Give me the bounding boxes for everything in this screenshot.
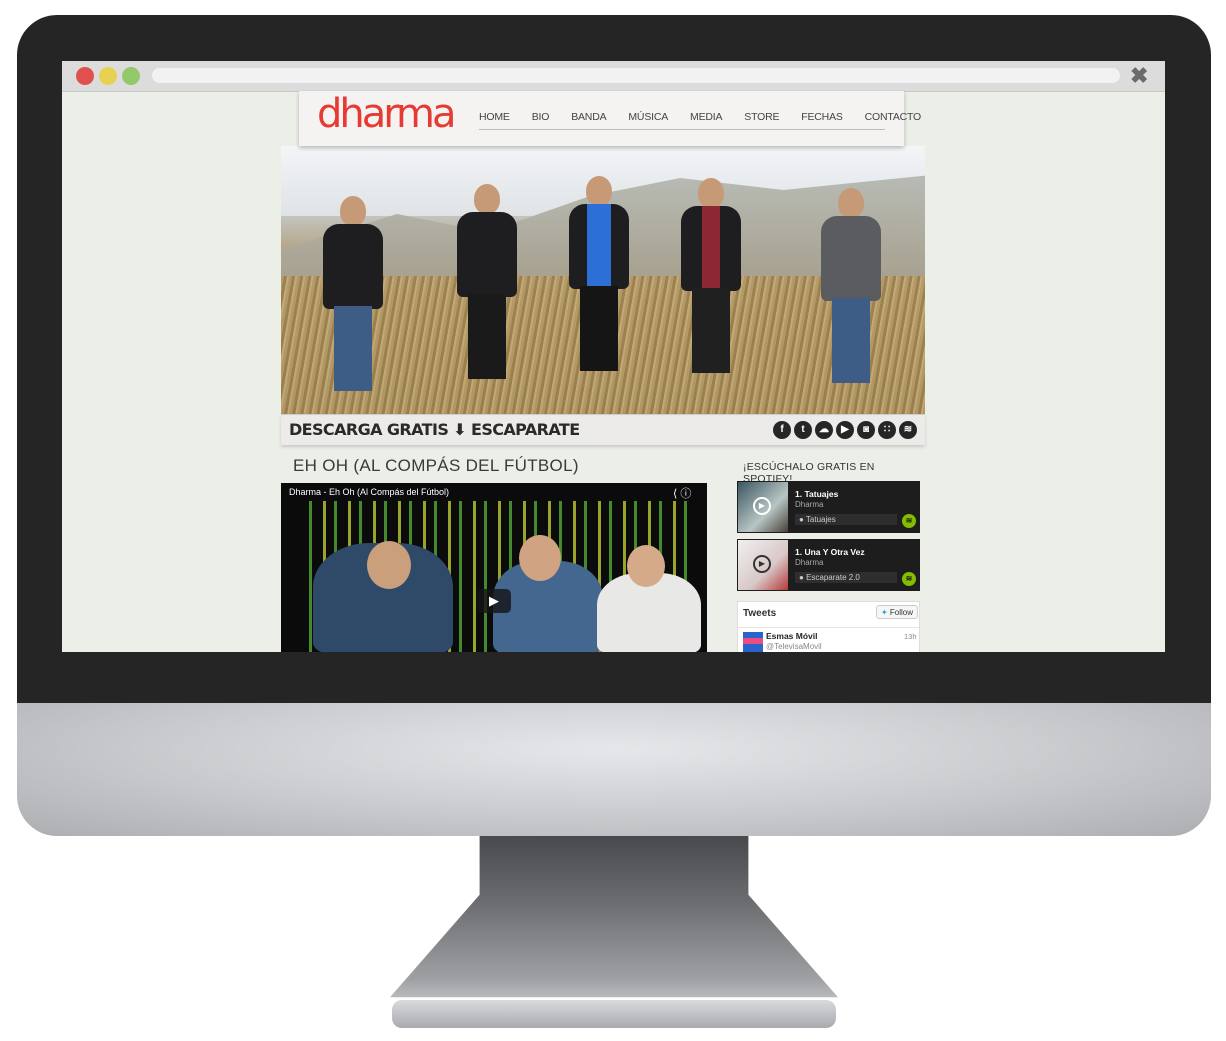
nav-home[interactable]: HOME: [479, 111, 510, 123]
nav-media[interactable]: MEDIA: [690, 111, 722, 123]
monitor-chin: [17, 703, 1211, 836]
twitter-icon[interactable]: t: [794, 421, 812, 439]
nav-store[interactable]: STORE: [744, 111, 779, 123]
spotify-card[interactable]: ▶ 1. Una Y Otra Vez Dharma ● Escaparate …: [737, 539, 920, 591]
screen: ✖ dharma HOME BIO BANDA MÚSICA MEDIA STO…: [62, 61, 1165, 652]
twitter-bird-icon: ✦: [880, 608, 888, 617]
spotify-icon[interactable]: ≋: [902, 572, 916, 586]
track-artist: Dharma: [795, 500, 824, 509]
minimize-window-dot[interactable]: [99, 67, 117, 85]
track-title: 1. Una Y Otra Vez: [795, 547, 865, 557]
video-person-head: [367, 541, 411, 589]
maximize-window-dot[interactable]: [122, 67, 140, 85]
tweets-title: Tweets: [743, 608, 777, 619]
album-name: Escaparate 2.0: [806, 573, 860, 582]
track-album: ● Tatuajes: [795, 514, 897, 525]
nav-banda[interactable]: BANDA: [571, 111, 606, 123]
divider: [738, 627, 919, 628]
youtube-icon[interactable]: ▶: [836, 421, 854, 439]
main-nav: HOME BIO BANDA MÚSICA MEDIA STORE FECHAS…: [479, 111, 943, 123]
nav-musica[interactable]: MÚSICA: [628, 111, 668, 123]
instagram-icon[interactable]: ◙: [857, 421, 875, 439]
play-icon[interactable]: ▶: [477, 589, 511, 613]
video-person-head: [627, 545, 665, 587]
play-icon[interactable]: ▶: [753, 497, 771, 515]
social-links: f t ☁ ▶ ◙ ∷ ≋: [773, 421, 917, 439]
facebook-icon[interactable]: f: [773, 421, 791, 439]
address-bar[interactable]: [152, 68, 1120, 83]
track-album: ● Escaparate 2.0: [795, 572, 897, 583]
download-link[interactable]: DESCARGA GRATIS ⬇ ESCAPARATE: [289, 420, 580, 439]
follow-button[interactable]: ✦ Follow: [876, 605, 918, 619]
video-player[interactable]: Dharma - Eh Oh (Al Compás del Fútbol) ⟨ …: [281, 483, 707, 652]
avatar[interactable]: [743, 632, 763, 652]
spotify-icon[interactable]: ≋: [899, 421, 917, 439]
monitor-stand: [390, 836, 838, 998]
tweet-handle[interactable]: @TelevisaMovil: [766, 642, 822, 651]
myspace-icon[interactable]: ∷: [878, 421, 896, 439]
tweet-time[interactable]: 13h: [904, 632, 917, 641]
spotify-icon[interactable]: ≋: [902, 514, 916, 528]
video-share-info-icons[interactable]: ⟨ ⓘ: [673, 485, 691, 501]
video-title: Dharma - Eh Oh (Al Compás del Fútbol): [289, 487, 450, 497]
video-section-title: EH OH (AL COMPÁS DEL FÚTBOL): [293, 456, 579, 475]
nav-fechas[interactable]: FECHAS: [801, 111, 843, 123]
play-icon[interactable]: ▶: [753, 555, 771, 573]
band-photo: [281, 146, 925, 414]
monitor-base: [392, 1000, 836, 1028]
album-name: Tatuajes: [805, 515, 836, 524]
nav-contacto[interactable]: CONTACTO: [865, 111, 922, 123]
track-title: 1. Tatuajes: [795, 489, 839, 499]
nav-underline: [479, 129, 885, 130]
download-bar: DESCARGA GRATIS ⬇ ESCAPARATE f t ☁ ▶ ◙ ∷…: [281, 414, 925, 445]
close-window-dot[interactable]: [76, 67, 94, 85]
browser-chrome: ✖: [62, 61, 1165, 92]
tweet-author[interactable]: Esmas Móvil: [766, 631, 818, 641]
close-icon[interactable]: ✖: [1130, 63, 1148, 89]
site-logo[interactable]: dharma: [317, 91, 456, 137]
soundcloud-icon[interactable]: ☁: [815, 421, 833, 439]
follow-label: Follow: [889, 608, 914, 617]
nav-bio[interactable]: BIO: [532, 111, 550, 123]
spotify-card[interactable]: ▶ 1. Tatuajes Dharma ● Tatuajes ≋: [737, 481, 920, 533]
tweets-widget: Tweets ✦ Follow Esmas Móvil @TelevisaMov…: [737, 601, 920, 652]
track-artist: Dharma: [795, 558, 824, 567]
video-person-head: [519, 535, 561, 581]
website-page: dharma HOME BIO BANDA MÚSICA MEDIA STORE…: [281, 91, 925, 652]
navbar: dharma HOME BIO BANDA MÚSICA MEDIA STORE…: [299, 91, 921, 146]
